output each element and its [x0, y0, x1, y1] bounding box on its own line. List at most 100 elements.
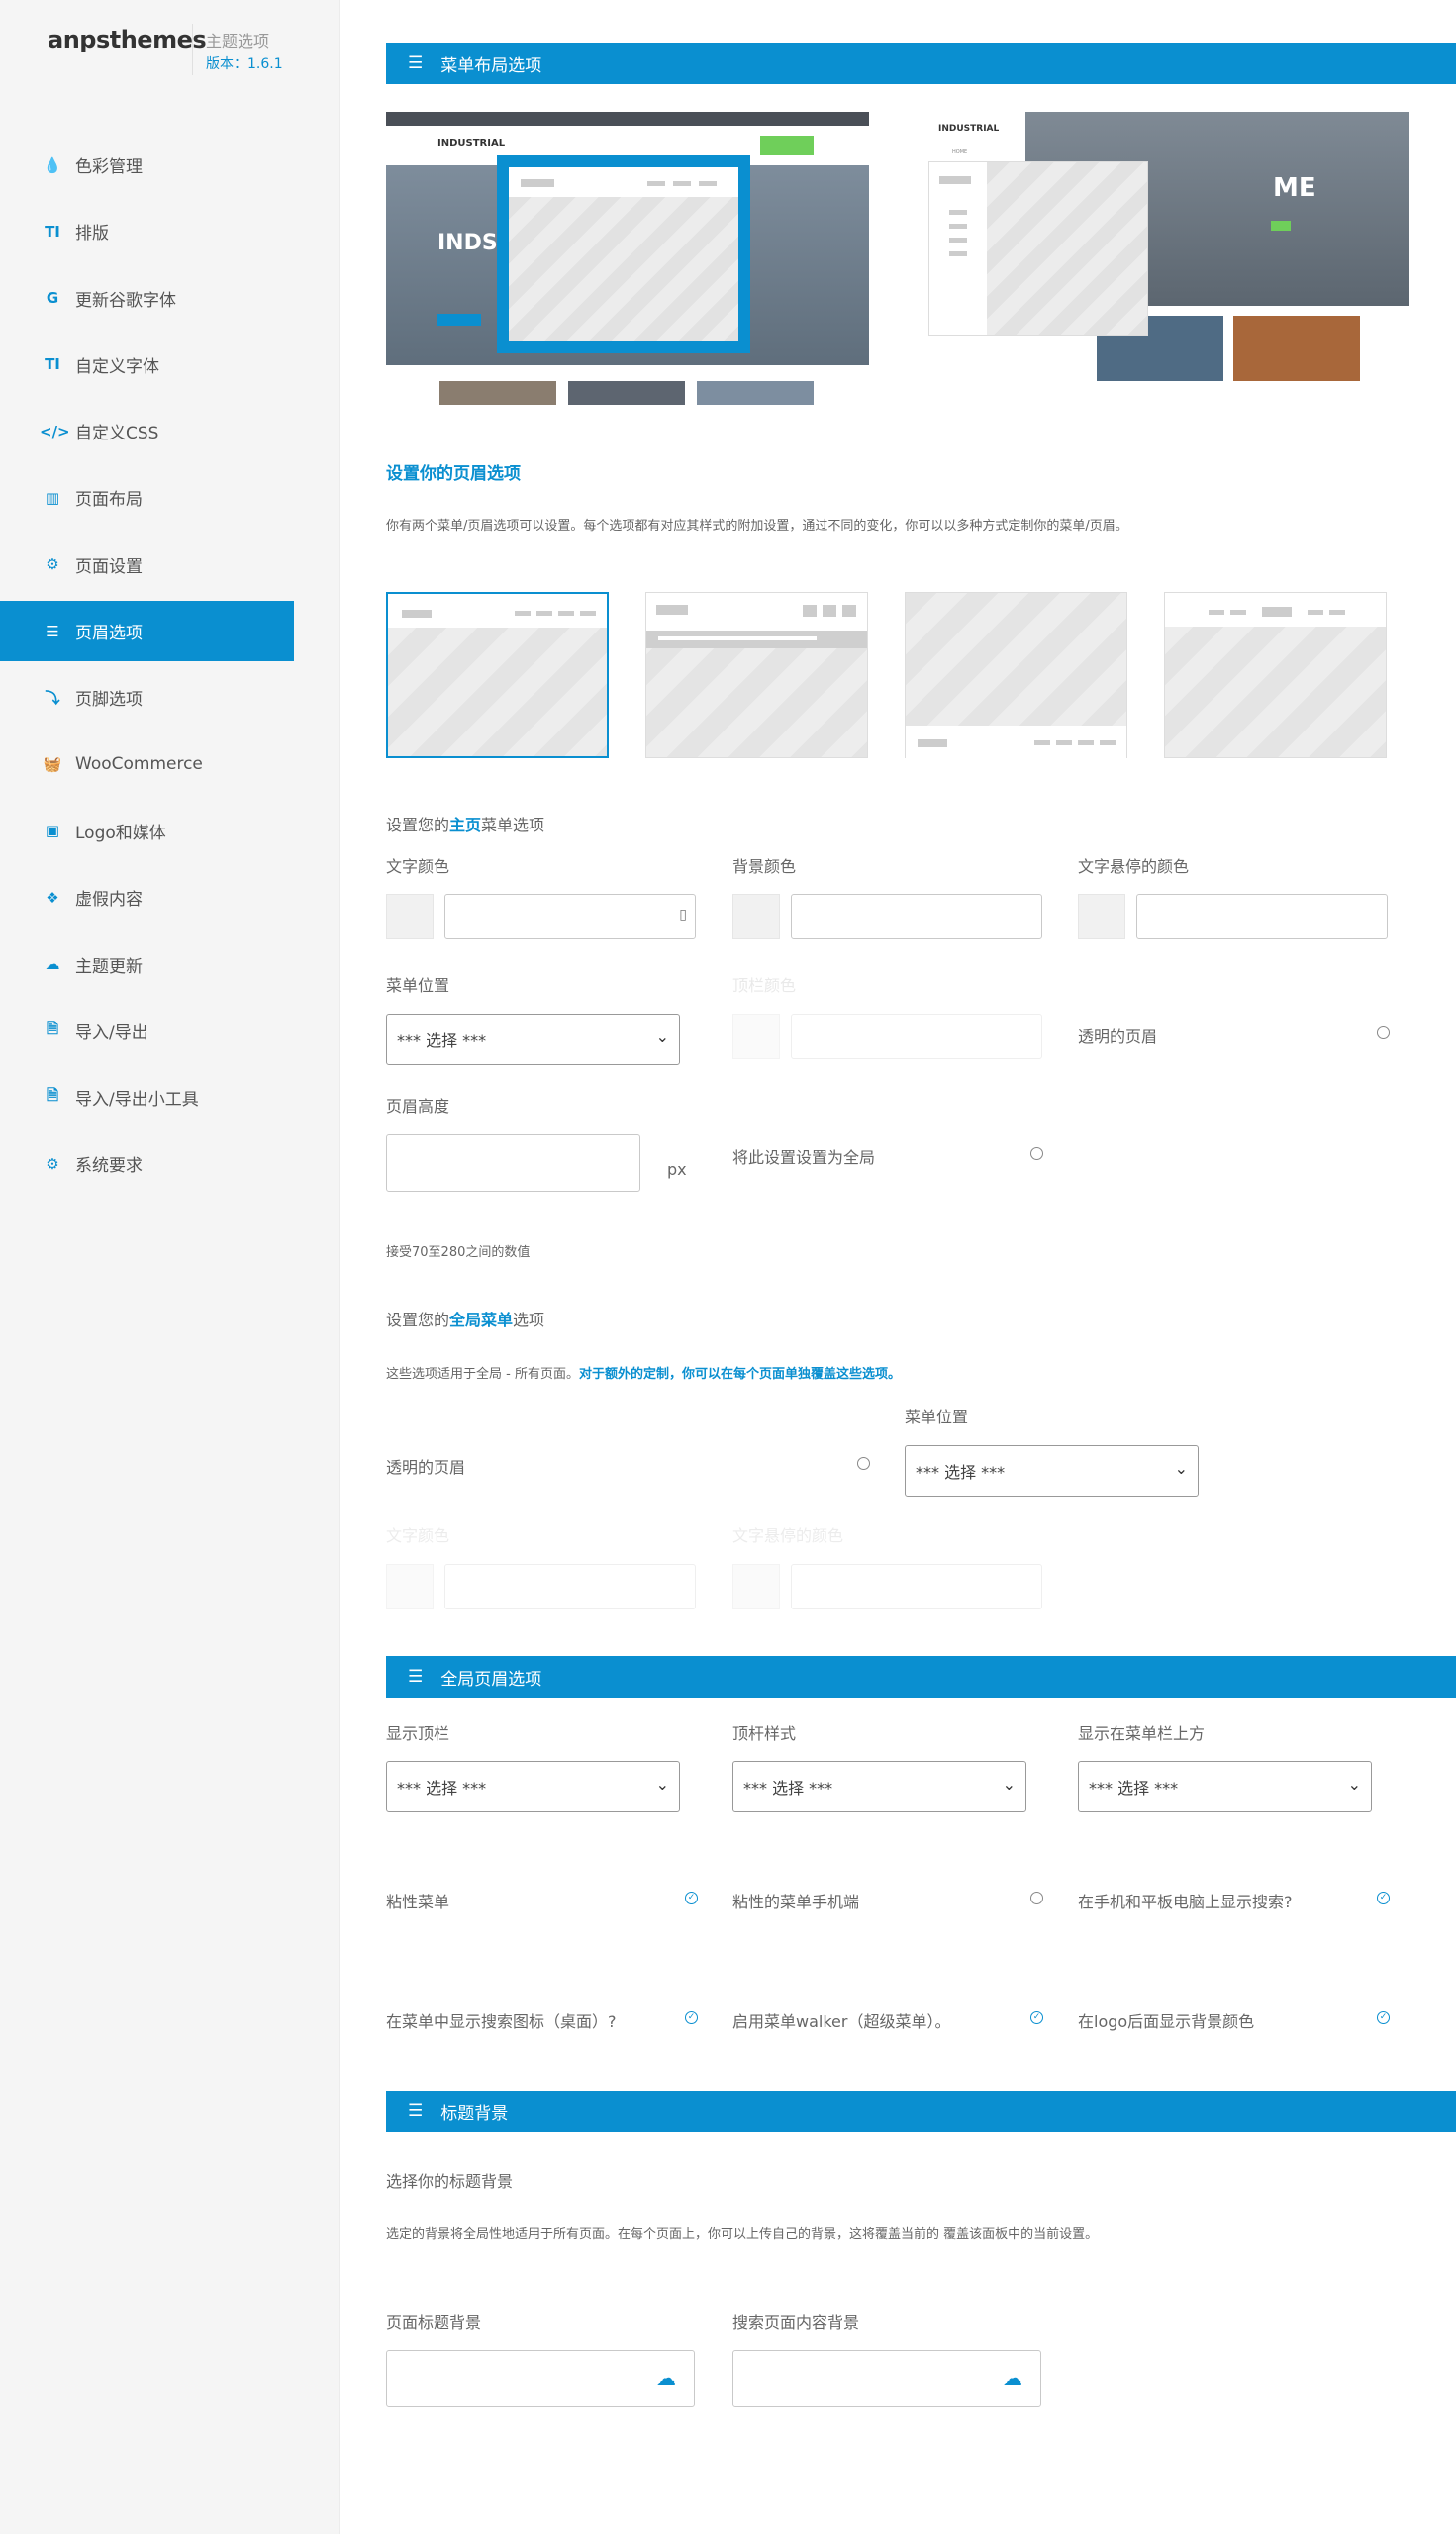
sidebar-item-label: 排版: [75, 224, 109, 244]
title-bg-heading: 选择你的标题背景: [386, 2172, 514, 2191]
sidebar-item-label: 页面设置: [75, 556, 143, 577]
text-color-input[interactable]: ▯: [444, 894, 696, 939]
sidebar-item-11[interactable]: ❖ 虚假内容: [0, 867, 294, 927]
bg-color-swatch[interactable]: [732, 894, 780, 939]
hover-color-input[interactable]: [1136, 894, 1388, 939]
set-global-toggle[interactable]: [1030, 1147, 1043, 1160]
menu-icon: ☰: [46, 622, 59, 640]
sidebar-item-label: 页眉选项: [75, 624, 143, 644]
show-search-icon-toggle[interactable]: ✓: [685, 2011, 698, 2024]
cloud-upload-icon[interactable]: ☁: [656, 2366, 676, 2389]
sidebar-item-label: 主题更新: [75, 956, 143, 977]
brand-version: 版本：1.6.1: [206, 56, 283, 72]
bg-color-input[interactable]: [791, 894, 1042, 939]
show-above-menu-select[interactable]: *** 选择 *** ⌄: [1078, 1761, 1372, 1812]
text-size-icon: TI: [45, 222, 60, 241]
text-color-swatch[interactable]: [386, 894, 434, 939]
show-topbar-label: 显示顶栏: [386, 1724, 450, 1743]
hover-color-swatch[interactable]: [1078, 894, 1125, 939]
sidebar-item-7[interactable]: ☰ 页眉选项: [0, 601, 294, 662]
menu-icon: ☰: [408, 1667, 424, 1687]
sticky-mobile-label: 粘性的菜单手机端: [732, 1893, 860, 1911]
preview-hero-title: ME: [1273, 173, 1316, 203]
global-menu-options-title: 设置您的全局菜单选项: [386, 1311, 545, 1329]
preview-vertical-menu[interactable]: INDUSTRIAL HOMEFEATURESABOUT USSERVICESP…: [928, 112, 1409, 405]
code-icon: </>: [40, 422, 70, 440]
menu-icon: ☰: [408, 53, 424, 73]
cloud-download-icon: ☁: [45, 955, 60, 974]
sidebar-item-8[interactable]: ⤵ 页脚选项: [0, 667, 294, 728]
sidebar-item-9[interactable]: 🧺 WooCommerce: [0, 734, 294, 795]
global-hover-color-input: [791, 1564, 1042, 1609]
set-global-label: 将此设置设置为全局: [732, 1148, 876, 1167]
file-icon: 🗎: [46, 1019, 59, 1037]
header-height-input[interactable]: [386, 1134, 640, 1192]
global-hover-color-label: 文字悬停的颜色: [732, 1526, 844, 1545]
logo-bg-toggle[interactable]: ✓: [1377, 2011, 1390, 2024]
drop-icon: 💧: [43, 155, 62, 174]
sidebar-item-label: Logo和媒体: [75, 823, 166, 843]
page-title-bg-upload[interactable]: ☁: [386, 2350, 695, 2407]
preview-brand: INDUSTRIAL: [437, 138, 506, 148]
sidebar-item-14[interactable]: 🗎 导入/导出小工具: [0, 1067, 294, 1127]
section-title: 全局页眉选项: [440, 1669, 542, 1690]
header-layout-option-4[interactable]: [1164, 592, 1387, 758]
topbar-style-select[interactable]: *** 选择 *** ⌄: [732, 1761, 1026, 1812]
preview-classic-menu[interactable]: INDUSTRIAL INDSU: [386, 112, 869, 405]
color-picker-icon[interactable]: ▯: [679, 907, 687, 923]
global-hover-color-swatch: [732, 1564, 780, 1609]
sidebar-item-label: 色彩管理: [75, 157, 143, 177]
sidebar-item-15[interactable]: ⚙ 系统要求: [0, 1133, 294, 1194]
show-topbar-select[interactable]: *** 选择 *** ⌄: [386, 1761, 680, 1812]
brand-divider: [192, 24, 193, 75]
page-title-bg-label: 页面标题背景: [386, 2313, 482, 2332]
menu-icon: ☰: [408, 2101, 424, 2121]
global-text-color-input: [444, 1564, 696, 1609]
sidebar-item-label: 更新谷歌字体: [75, 290, 176, 311]
global-text-color-swatch: [386, 1564, 434, 1609]
sidebar-item-label: 导入/导出小工具: [75, 1090, 199, 1111]
chevron-down-icon: ⌄: [1002, 1775, 1016, 1794]
preview-overlay-frame: [928, 161, 1148, 336]
sidebar-item-4[interactable]: </> 自定义CSS: [0, 401, 294, 461]
show-search-mobile-toggle[interactable]: ✓: [1377, 1892, 1390, 1904]
cogs-icon: ⚙: [46, 1154, 59, 1173]
text-size-icon: TI: [45, 355, 60, 374]
cloud-upload-icon[interactable]: ☁: [1003, 2366, 1022, 2389]
header-layout-option-1[interactable]: [386, 592, 609, 758]
header-layout-option-2[interactable]: [645, 592, 868, 758]
sidebar-item-6[interactable]: ⚙ 页面设置: [0, 535, 294, 595]
sidebar-item-2[interactable]: G 更新谷歌字体: [0, 268, 294, 329]
transparent-header-toggle[interactable]: [1377, 1026, 1390, 1039]
header-height-hint: 接受70至280之间的数值: [386, 1245, 531, 1260]
sidebar-nav: 💧 色彩管理 TI 排版 G 更新谷歌字体 TI 自定义字体 </> 自定义CSS ▥ 页面布局 ⚙ 页面…: [0, 135, 294, 1201]
menu-position-select[interactable]: *** 选择 *** ⌄: [386, 1014, 680, 1065]
sticky-menu-toggle[interactable]: ✓: [685, 1892, 698, 1904]
global-menu-position-select[interactable]: *** 选择 *** ⌄: [905, 1445, 1199, 1497]
header-layout-option-3[interactable]: [905, 592, 1127, 759]
sidebar-item-3[interactable]: TI 自定义字体: [0, 335, 294, 395]
sidebar-item-13[interactable]: 🗎 导入/导出: [0, 1001, 294, 1061]
sticky-mobile-toggle[interactable]: [1030, 1892, 1043, 1904]
section-header-global-header: ☰ 全局页眉选项: [386, 1656, 1456, 1698]
chevron-down-icon: ⌄: [655, 1027, 669, 1046]
file-icon: 🗎: [46, 1086, 59, 1105]
hover-color-label: 文字悬停的颜色: [1078, 857, 1190, 876]
sidebar-item-5[interactable]: ▥ 页面布局: [0, 467, 294, 528]
sidebar-item-1[interactable]: TI 排版: [0, 201, 294, 261]
sidebar-item-0[interactable]: 💧 色彩管理: [0, 135, 294, 195]
top-bar-color-label: 顶栏颜色: [732, 976, 797, 995]
preview-cta: [760, 136, 814, 155]
global-menu-position-label: 菜单位置: [905, 1408, 969, 1426]
top-bar-color-input: [791, 1014, 1042, 1059]
brand-logo: anpsthemes: [48, 26, 207, 53]
search-bg-upload[interactable]: ☁: [732, 2350, 1041, 2407]
global-transparent-header-toggle[interactable]: [857, 1457, 870, 1470]
layout-icon: ▥: [45, 488, 60, 507]
chevron-down-icon: ⌄: [1174, 1459, 1188, 1478]
sidebar-item-label: 自定义CSS: [75, 424, 159, 444]
enable-walker-toggle[interactable]: ✓: [1030, 2011, 1043, 2024]
sidebar-item-12[interactable]: ☁ 主题更新: [0, 934, 294, 995]
sidebar-item-10[interactable]: ▣ Logo和媒体: [0, 801, 294, 861]
section-header-title-bg: ☰ 标题背景: [386, 2091, 1456, 2132]
